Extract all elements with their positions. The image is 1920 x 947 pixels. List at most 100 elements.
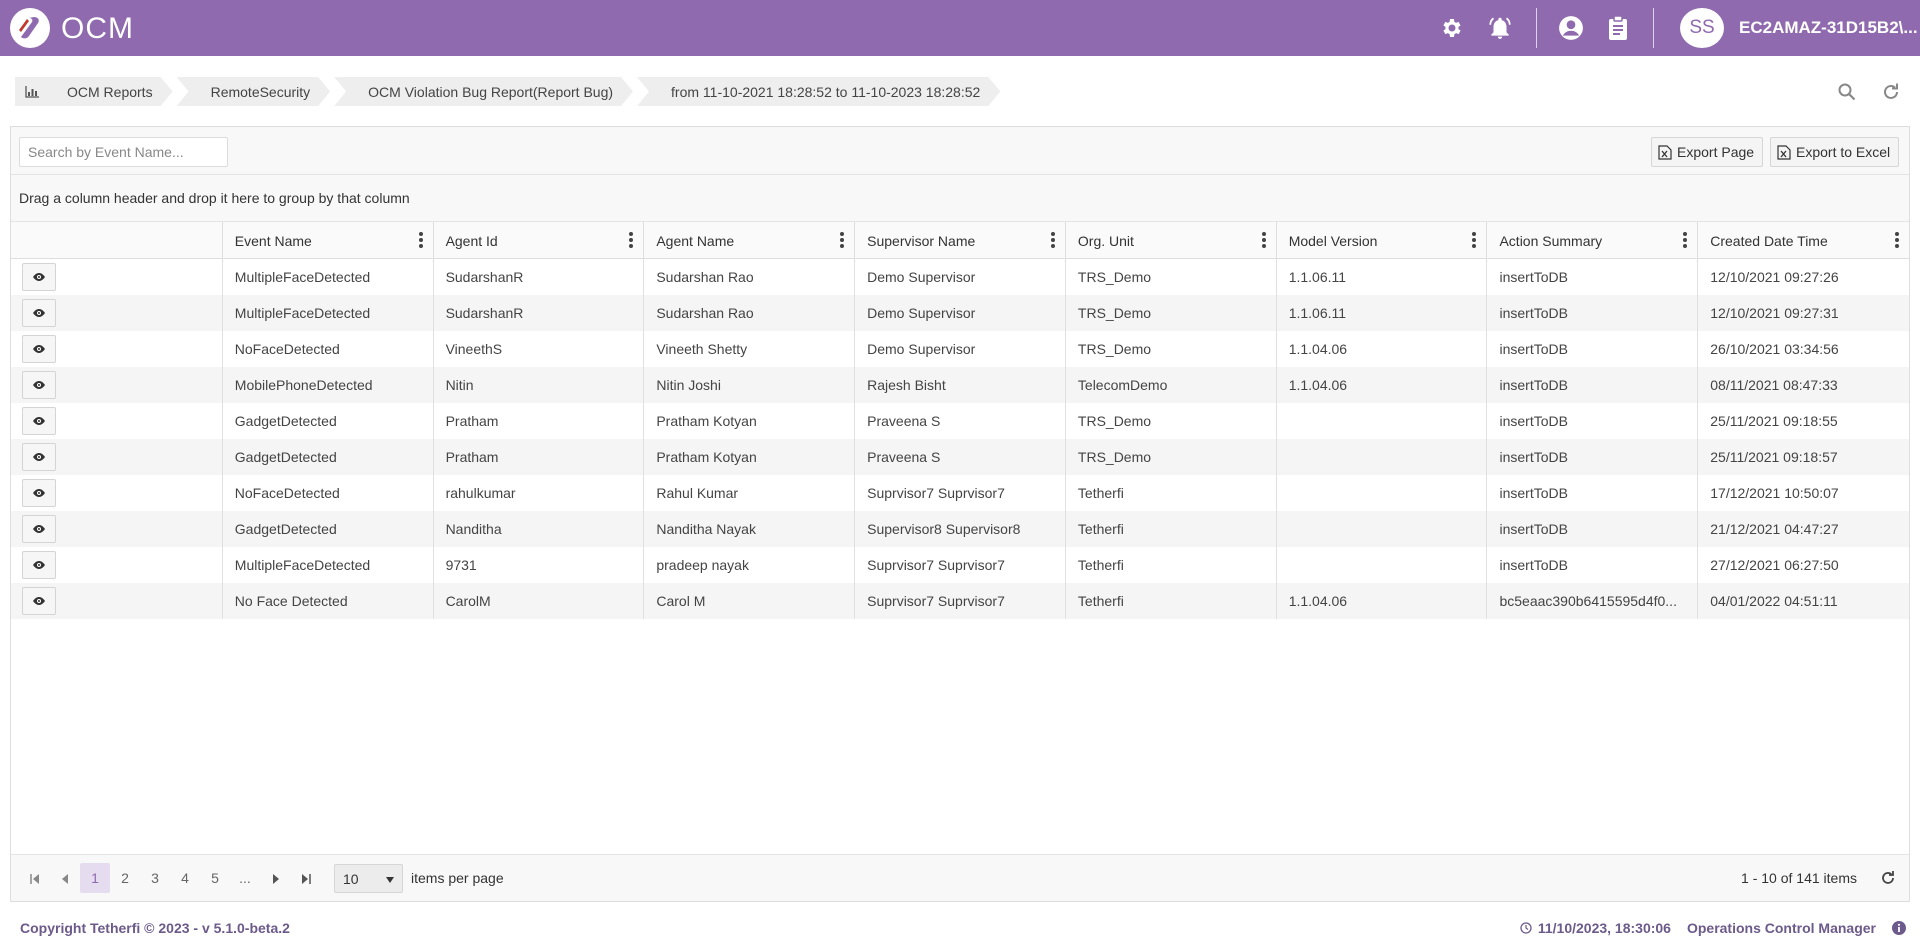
breadcrumb-item-ocm-reports[interactable]: OCM Reports <box>15 77 173 106</box>
table-row[interactable]: GadgetDetected Pratham Pratham Kotyan Prave… <box>11 439 1909 475</box>
search-input[interactable] <box>19 137 228 167</box>
breadcrumb-item-remotesecurity[interactable]: RemoteSecurity <box>177 77 331 106</box>
eye-icon <box>33 525 45 533</box>
column-menu-icon[interactable] <box>629 232 634 248</box>
table-row[interactable]: No Face Detected CarolM Carol M Suprvisor7 … <box>11 583 1909 619</box>
table-row[interactable]: MultipleFaceDetected SudarshanR Sudarshan … <box>11 295 1909 331</box>
refresh-icon[interactable] <box>1879 869 1897 887</box>
next-page-icon[interactable] <box>269 872 283 886</box>
page-size-select[interactable]: 10 <box>334 864 403 893</box>
export-page-button[interactable]: Export Page <box>1651 137 1764 167</box>
table-cell-action-summary: insertToDB <box>1486 259 1697 295</box>
table-row[interactable]: GadgetDetected Nanditha Nanditha Nayak Supe… <box>11 511 1909 547</box>
view-button[interactable] <box>22 335 56 363</box>
first-page-icon[interactable] <box>28 872 42 886</box>
table-cell-model-version: 1.1.04.06 <box>1275 367 1487 403</box>
table-row[interactable]: NoFaceDetected rahulkumar Rahul Kumar Suprv… <box>11 475 1909 511</box>
table-cell-actions <box>11 295 222 331</box>
table-cell-supervisor-name: Demo Supervisor <box>854 295 1065 331</box>
table-cell-action-summary: insertToDB <box>1486 511 1697 547</box>
column-header-org-unit[interactable]: Org. Unit <box>1064 222 1276 258</box>
page-button[interactable]: 2 <box>110 863 140 893</box>
view-button[interactable] <box>22 443 56 471</box>
table-row[interactable]: MultipleFaceDetected SudarshanR Sudarshan … <box>11 259 1909 295</box>
view-button[interactable] <box>22 587 56 615</box>
table-header: Event Name Agent Id Agent Name Supervisor N… <box>11 222 1909 259</box>
table-cell-action-summary: insertToDB <box>1486 295 1697 331</box>
export-excel-button[interactable]: Export to Excel <box>1770 137 1900 167</box>
table-cell-org-unit: Tetherfi <box>1064 547 1276 583</box>
page-button[interactable]: 3 <box>140 863 170 893</box>
view-button[interactable] <box>22 515 56 543</box>
column-menu-icon[interactable] <box>418 232 423 248</box>
table-cell-actions <box>11 439 222 475</box>
bar-chart-icon <box>25 86 39 98</box>
column-menu-icon[interactable] <box>1261 232 1266 248</box>
table-cell-action-summary: insertToDB <box>1486 367 1697 403</box>
app-name: OCM <box>61 12 134 45</box>
view-button[interactable] <box>22 263 56 291</box>
table-cell-agent-id: Pratham <box>432 403 644 439</box>
page-button[interactable]: 5 <box>200 863 230 893</box>
table-cell-model-version: 1.1.04.06 <box>1275 583 1487 619</box>
table-cell-agent-id: Nanditha <box>432 511 644 547</box>
table-row[interactable]: NoFaceDetected VineethS Vineeth Shetty Demo… <box>11 331 1909 367</box>
group-panel[interactable]: Drag a column header and drop it here to… <box>11 175 1909 222</box>
avatar[interactable]: SS <box>1680 8 1724 48</box>
eye-icon <box>33 489 45 497</box>
table-row[interactable]: MobilePhoneDetected Nitin Nitin Joshi Rajes… <box>11 367 1909 403</box>
prev-page-icon[interactable] <box>58 872 72 886</box>
column-header-action-summary[interactable]: Action Summary <box>1486 222 1697 258</box>
table-cell-agent-name: Vineeth Shetty <box>643 331 854 367</box>
column-header-label: Agent Id <box>445 233 498 249</box>
table-cell-event-name: MultipleFaceDetected <box>221 547 433 583</box>
username[interactable]: EC2AMAZ-31D15B2\... <box>1739 18 1918 38</box>
column-menu-icon[interactable] <box>1683 232 1688 248</box>
table-cell-created-date-time: 08/11/2021 08:47:33 <box>1697 367 1909 403</box>
table-cell-agent-name: Carol M <box>643 583 854 619</box>
search-icon[interactable] <box>1835 80 1859 104</box>
page-button[interactable]: 1 <box>80 863 110 893</box>
table-cell-agent-id: VineethS <box>432 331 644 367</box>
table-cell-model-version: 1.1.06.11 <box>1275 259 1487 295</box>
user-circle-icon[interactable] <box>1557 14 1585 42</box>
table-cell-agent-id: 9731 <box>432 547 644 583</box>
table-row[interactable]: GadgetDetected Pratham Pratham Kotyan Prave… <box>11 403 1909 439</box>
breadcrumb-item-report[interactable]: OCM Violation Bug Report(Report Bug) <box>334 77 633 106</box>
top-bar: OCM SS EC2AMAZ-31D15B2\... <box>0 0 1920 56</box>
view-button[interactable] <box>22 407 56 435</box>
view-button[interactable] <box>22 479 56 507</box>
view-button[interactable] <box>22 551 56 579</box>
last-page-icon[interactable] <box>299 872 313 886</box>
page-button[interactable]: 4 <box>170 863 200 893</box>
table-cell-actions <box>11 547 222 583</box>
column-menu-icon[interactable] <box>1895 232 1900 248</box>
bell-icon[interactable] <box>1486 14 1514 42</box>
refresh-icon[interactable] <box>1879 80 1903 104</box>
column-menu-icon[interactable] <box>1050 232 1055 248</box>
column-menu-icon[interactable] <box>1472 232 1477 248</box>
view-button[interactable] <box>22 299 56 327</box>
table-cell-event-name: GadgetDetected <box>221 511 433 547</box>
table-cell-actions <box>11 331 222 367</box>
column-header-agent-id[interactable]: Agent Id <box>432 222 644 258</box>
table-cell-agent-id: Nitin <box>432 367 644 403</box>
clipboard-icon[interactable] <box>1604 14 1632 42</box>
table-cell-created-date-time: 27/12/2021 06:27:50 <box>1697 547 1909 583</box>
column-header-supervisor-name[interactable]: Supervisor Name <box>854 222 1065 258</box>
view-button[interactable] <box>22 371 56 399</box>
column-header-created-date-time[interactable]: Created Date Time <box>1697 222 1909 258</box>
header-divider <box>1536 8 1537 48</box>
info-icon[interactable] <box>1892 921 1906 935</box>
more-pages-button[interactable]: ... <box>230 863 260 893</box>
logo[interactable] <box>10 8 50 48</box>
table-cell-event-name: GadgetDetected <box>221 403 433 439</box>
column-header-agent-name[interactable]: Agent Name <box>643 222 854 258</box>
column-header-model-version[interactable]: Model Version <box>1275 222 1487 258</box>
table-row[interactable]: MultipleFaceDetected 9731 pradeep nayak Sup… <box>11 547 1909 583</box>
column-menu-icon[interactable] <box>840 232 845 248</box>
breadcrumb-item-date-range[interactable]: from 11-10-2021 18:28:52 to 11-10-2023 1… <box>637 77 1000 106</box>
column-header-event-name[interactable]: Event Name <box>221 222 433 258</box>
table-cell-model-version <box>1275 511 1487 547</box>
gear-icon[interactable] <box>1437 14 1465 42</box>
